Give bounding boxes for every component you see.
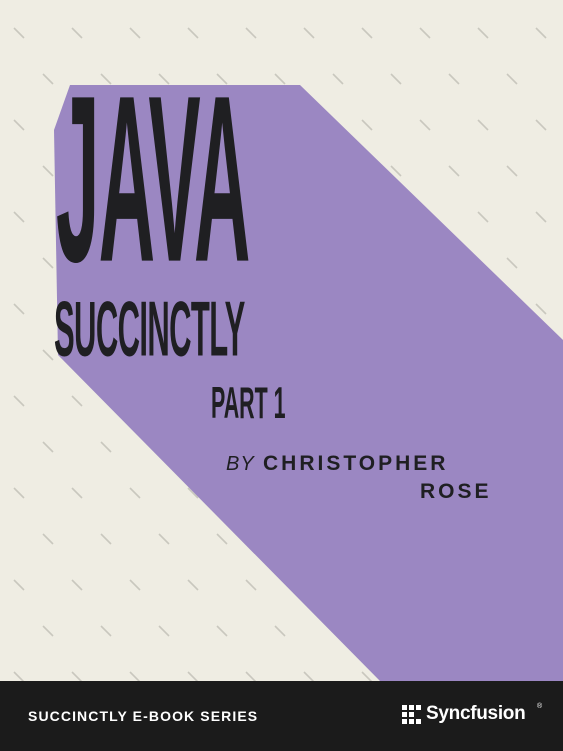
author-first-name: CHRISTOPHER [263, 452, 449, 475]
publisher-brand: Syncfusion ® [402, 703, 544, 729]
title-line-succinctly: SUCCINCTLY [54, 285, 245, 373]
brand-name: Syncfusion [426, 703, 526, 724]
series-label: SUCCINCTLY E-BOOK SERIES [28, 708, 259, 724]
title-line-part: PART 1 [211, 378, 286, 429]
title-line-java: JAVA [56, 49, 250, 313]
registered-mark: ® [537, 703, 543, 710]
author-prefix: BY [226, 453, 255, 475]
author-last-name: ROSE [420, 480, 492, 503]
book-cover: JAVA SUCCINCTLY PART 1 BY CHRISTOPHER RO… [0, 0, 563, 751]
syncfusion-grid-logo-icon [402, 705, 421, 724]
footer-bar: SUCCINCTLY E-BOOK SERIES Syncfusion ® [0, 681, 563, 751]
